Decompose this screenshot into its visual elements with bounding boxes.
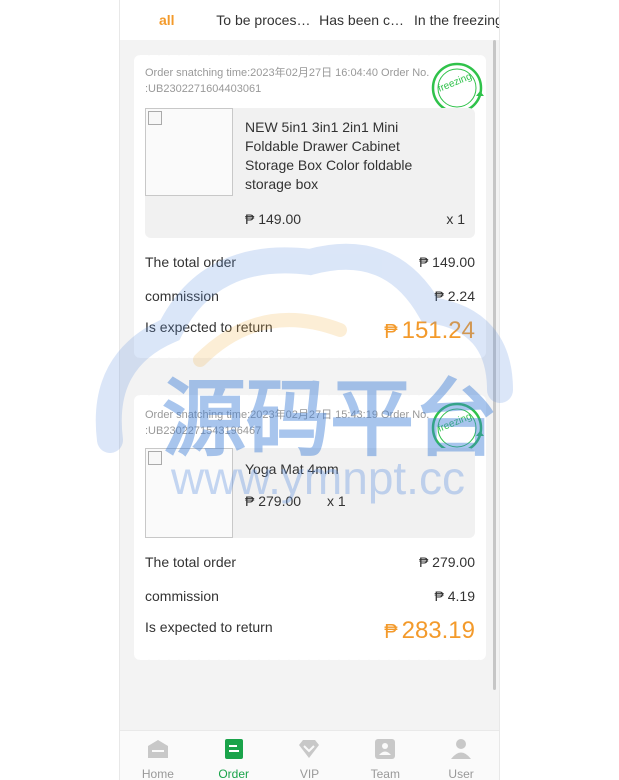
order-list[interactable]: Order snatching time:2023年02月27日 16:04:4… bbox=[120, 40, 499, 730]
total-order-value: ₱ 149.00 bbox=[418, 254, 475, 270]
total-order-label: The total order bbox=[145, 554, 237, 570]
product-price: ₱ 279.00 bbox=[245, 493, 302, 509]
stamp-label: freezing bbox=[436, 71, 473, 95]
commission-label: commission bbox=[145, 288, 219, 304]
app-frame: all To be processed Has been completed I… bbox=[120, 0, 499, 780]
tab-has-been-completed[interactable]: Has been completed bbox=[319, 12, 406, 28]
expected-return-value: 283.19 bbox=[401, 617, 475, 644]
right-divider bbox=[499, 0, 500, 780]
product-quantity: x 1 bbox=[327, 493, 346, 509]
order-icon bbox=[222, 737, 246, 760]
nav-home[interactable]: Home bbox=[120, 731, 196, 780]
card-perforation-top bbox=[134, 52, 486, 58]
product-name: NEW 5in1 3in1 2in1 Mini Foldable Drawer … bbox=[245, 119, 413, 192]
expected-return-amount: ₱ 151.24 bbox=[384, 317, 475, 345]
total-order-value: ₱ 279.00 bbox=[418, 554, 475, 570]
expected-return-row: Is expected to return ₱ 283.19 bbox=[145, 617, 475, 645]
user-icon bbox=[449, 737, 473, 760]
nav-vip[interactable]: VIP bbox=[272, 731, 348, 780]
commission-row: commission ₱ 2.24 bbox=[145, 288, 475, 304]
nav-home-label: Home bbox=[141, 767, 174, 780]
expected-return-label: Is expected to return bbox=[145, 319, 273, 335]
card-perforation-bottom bbox=[134, 657, 486, 663]
nav-user-label: User bbox=[448, 767, 474, 780]
nav-order[interactable]: Order bbox=[196, 731, 272, 780]
product-box[interactable]: NEW 5in1 3in1 2in1 Mini Foldable Drawer … bbox=[145, 108, 475, 238]
expected-return-value: 151.24 bbox=[401, 317, 475, 344]
broken-image-icon bbox=[148, 451, 162, 465]
order-card: Order snatching time:2023年02月27日 16:04:4… bbox=[134, 52, 486, 361]
total-order-label: The total order bbox=[145, 254, 237, 270]
nav-user[interactable]: User bbox=[423, 731, 499, 780]
product-price: ₱ 149.00 bbox=[245, 211, 302, 227]
product-quantity: x 1 bbox=[446, 211, 465, 227]
nav-team-label: Team bbox=[370, 767, 400, 780]
expected-return-row: Is expected to return ₱ 151.24 bbox=[145, 317, 475, 345]
nav-team[interactable]: Team bbox=[347, 731, 423, 780]
freezing-stamp-icon: freezing bbox=[431, 402, 484, 454]
product-thumbnail bbox=[145, 108, 233, 196]
card-perforation-bottom bbox=[134, 355, 486, 361]
nav-order-label: Order bbox=[218, 767, 250, 780]
tab-to-be-processed[interactable]: To be processed bbox=[216, 12, 311, 28]
order-card: Order snatching time:2023年02月27日 15:43:1… bbox=[134, 392, 486, 663]
commission-label: commission bbox=[145, 588, 219, 604]
home-icon bbox=[146, 737, 170, 760]
total-order-row: The total order ₱ 279.00 bbox=[145, 554, 475, 570]
expected-return-label: Is expected to return bbox=[145, 619, 273, 635]
team-icon bbox=[373, 737, 397, 760]
currency-symbol: ₱ bbox=[384, 321, 398, 343]
stamp-label: freezing bbox=[436, 411, 473, 435]
currency-symbol: ₱ bbox=[384, 621, 398, 643]
card-perforation-top bbox=[134, 392, 486, 398]
expected-return-amount: ₱ 283.19 bbox=[384, 617, 475, 645]
order-status-tabs: all To be processed Has been completed I… bbox=[120, 0, 499, 40]
vip-icon bbox=[297, 737, 321, 760]
total-order-row: The total order ₱ 149.00 bbox=[145, 254, 475, 270]
bottom-navigation: Home Order VIP Team User bbox=[120, 730, 499, 780]
commission-value: ₱ 2.24 bbox=[434, 288, 475, 304]
commission-value: ₱ 4.19 bbox=[434, 588, 475, 604]
broken-image-icon bbox=[148, 111, 162, 125]
nav-vip-label: VIP bbox=[299, 767, 320, 780]
commission-row: commission ₱ 4.19 bbox=[145, 588, 475, 604]
tab-all[interactable]: all bbox=[120, 12, 216, 28]
scrollbar-thumb[interactable] bbox=[493, 40, 496, 690]
product-box[interactable]: Yoga Mat 4mm ₱ 279.00 x 1 bbox=[145, 448, 475, 538]
tab-in-the-freezing[interactable]: In the freezing bbox=[414, 12, 499, 28]
product-thumbnail bbox=[145, 448, 233, 538]
freezing-stamp-icon: freezing bbox=[431, 62, 484, 114]
product-name: Yoga Mat 4mm bbox=[245, 461, 339, 477]
